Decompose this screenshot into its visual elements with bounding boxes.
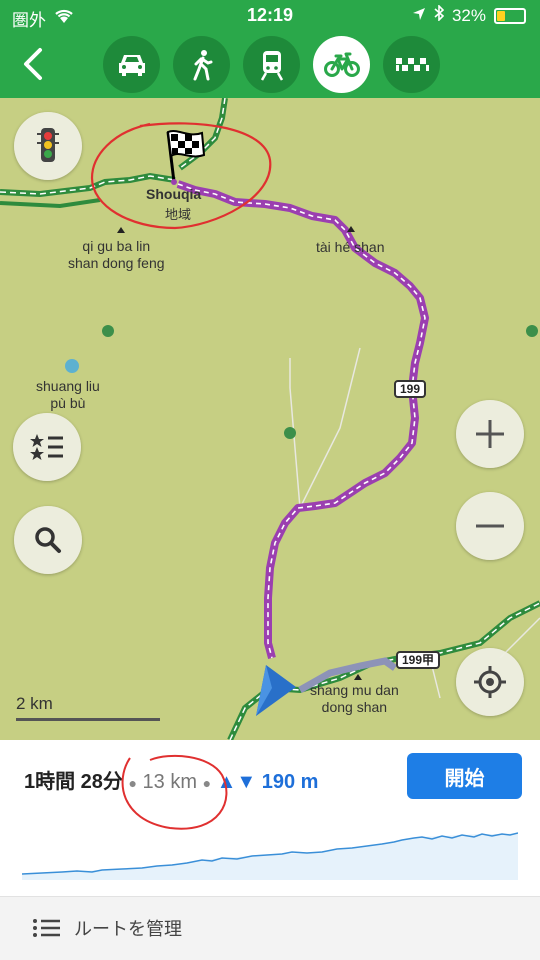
traffic-light-button[interactable] xyxy=(14,112,82,180)
back-button[interactable] xyxy=(16,44,52,84)
scale-bar xyxy=(16,718,160,721)
destination-subtitle: 地域 xyxy=(165,207,192,222)
route-duration: 1時間 28分 xyxy=(24,771,123,793)
road-199b-badge: 199甲 xyxy=(396,651,441,669)
road-199-badge: 199 xyxy=(394,380,427,398)
search-icon xyxy=(35,527,61,553)
mode-taxi-button[interactable] xyxy=(383,36,440,93)
scale-label: 2 km xyxy=(16,694,53,713)
manage-route-bar: ルートを管理 xyxy=(0,896,540,960)
label-shangmu: shang mu dan dong shan xyxy=(310,682,399,715)
car-icon xyxy=(118,54,145,76)
list-icon xyxy=(33,919,60,937)
start-button[interactable]: 開始 xyxy=(407,753,522,799)
battery-icon xyxy=(494,7,526,24)
star-list-icon xyxy=(30,434,63,460)
traffic-light-icon xyxy=(37,128,59,162)
bicycle-icon xyxy=(323,52,360,77)
route-summary-panel: 1時間 28分 ● 13 km ● ▲▼ 190 m 開始 xyxy=(0,740,540,896)
route-map[interactable]: Shouqia 地域 qi gu ba lin shan dong feng t… xyxy=(0,98,540,740)
label-taihe: tài hé shan xyxy=(316,239,385,255)
minus-icon xyxy=(476,524,504,528)
app-header: 圏外 12:19 32% xyxy=(0,0,540,98)
plus-icon xyxy=(476,420,504,448)
label-qigu: qi gu ba lin shan dong feng xyxy=(68,238,165,271)
manage-route-label: ルートを管理 xyxy=(74,919,182,939)
location-arrow-icon xyxy=(412,6,426,26)
bluetooth-icon xyxy=(434,4,445,26)
search-button[interactable] xyxy=(14,506,82,574)
route-elevation: 190 m xyxy=(261,771,319,793)
battery-percent: 32% xyxy=(451,5,486,25)
status-bar: 圏外 12:19 32% xyxy=(0,0,540,32)
mode-bike-button[interactable] xyxy=(313,36,370,93)
chevron-left-icon xyxy=(24,48,42,80)
label-shuangliu: shuang liu pù bù xyxy=(36,378,100,411)
transport-mode-tabs xyxy=(103,36,440,93)
crosshair-icon xyxy=(474,666,506,698)
mode-transit-button[interactable] xyxy=(243,36,300,93)
manage-route-button[interactable]: ルートを管理 xyxy=(32,915,182,941)
mode-walk-button[interactable] xyxy=(173,36,230,93)
walking-icon xyxy=(193,49,212,80)
destination-flag-icon[interactable] xyxy=(160,128,206,186)
my-location-button[interactable] xyxy=(456,648,524,716)
favorites-list-button[interactable] xyxy=(13,413,81,481)
elevation-profile-chart xyxy=(22,832,518,880)
destination-name: Shouqia xyxy=(146,186,202,202)
zoom-in-button[interactable] xyxy=(456,400,524,468)
map-scale: 2 km xyxy=(16,694,160,721)
mode-car-button[interactable] xyxy=(103,36,160,93)
taxi-checker-icon xyxy=(395,57,429,71)
zoom-out-button[interactable] xyxy=(456,492,524,560)
train-icon xyxy=(260,50,283,81)
